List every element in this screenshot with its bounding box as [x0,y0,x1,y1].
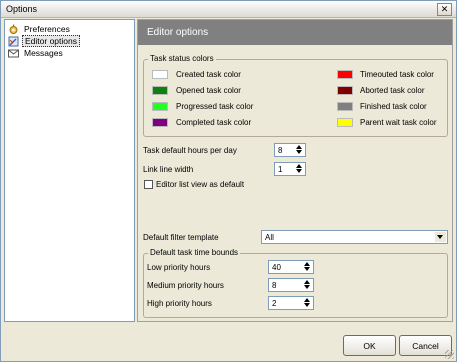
task-status-colors-group: Task status colors Created task color Op… [143,54,448,137]
pane-header: Editor options [138,20,452,45]
options-window: Options ✕ Preferences Editor options Mes… [0,0,457,362]
hours-per-day-value: 8 [278,146,283,155]
link-width-value: 1 [278,165,283,174]
medium-priority-label: Medium priority hours [147,281,224,290]
filter-template-select[interactable]: All [261,230,448,244]
finished-color-label: Finished task color [360,102,427,111]
spin-arrows-icon[interactable] [303,262,312,272]
completed-color-swatch[interactable] [152,118,168,127]
editor-options-icon [8,36,19,47]
editor-options-pane: Editor options Task status colors Create… [137,19,453,322]
high-priority-label: High priority hours [147,299,212,308]
time-bounds-group: Default task time bounds Low priority ho… [143,248,448,318]
chevron-down-icon[interactable] [435,232,446,242]
list-view-label: Editor list view as default [156,180,245,189]
group-title: Task status colors [148,54,216,63]
aborted-color-label: Aborted task color [360,86,425,95]
timeouted-color-swatch[interactable] [337,70,353,79]
window-title: Options [6,4,38,14]
opened-color-swatch[interactable] [152,86,168,95]
progressed-color-label: Progressed task color [176,102,254,111]
created-color-swatch[interactable] [152,70,168,79]
aborted-color-swatch[interactable] [337,86,353,95]
low-priority-label: Low priority hours [147,263,211,272]
spin-arrows-icon[interactable] [303,298,312,308]
completed-color-label: Completed task color [176,118,252,127]
low-priority-stepper[interactable]: 40 [268,260,314,274]
opened-color-label: Opened task color [176,86,241,95]
nav-item-label: Preferences [24,24,70,34]
timeouted-color-label: Timeouted task color [360,70,434,79]
medium-priority-value: 8 [272,281,277,290]
low-priority-value: 40 [272,263,281,272]
high-priority-value: 2 [272,299,277,308]
pane-title: Editor options [147,27,209,38]
close-button[interactable]: ✕ [437,3,452,16]
spin-arrows-icon[interactable] [295,145,304,155]
options-nav-tree: Preferences Editor options Messages [4,19,135,322]
resize-grip-icon[interactable] [445,350,454,359]
nav-item-label: Editor options [22,35,80,47]
list-view-checkbox[interactable] [144,180,153,189]
title-bar: Options ✕ [1,1,456,18]
nav-item-label: Messages [24,48,63,58]
ok-button[interactable]: OK [343,335,396,356]
nav-item-preferences[interactable]: Preferences [8,23,72,35]
link-width-stepper[interactable]: 1 [274,162,306,176]
group-title: Default task time bounds [148,248,241,257]
finished-color-swatch[interactable] [337,102,353,111]
filter-template-value: All [265,233,274,242]
high-priority-stepper[interactable]: 2 [268,296,314,310]
progressed-color-swatch[interactable] [152,102,168,111]
nav-item-messages[interactable]: Messages [8,47,65,59]
messages-icon [8,48,19,59]
spin-arrows-icon[interactable] [295,164,304,174]
link-width-label: Link line width [143,165,194,174]
created-color-label: Created task color [176,70,241,79]
spin-arrows-icon[interactable] [303,280,312,290]
parent-wait-color-label: Parent wait task color [360,118,437,127]
filter-template-label: Default filter template [143,233,219,242]
medium-priority-stepper[interactable]: 8 [268,278,314,292]
nav-item-editor-options[interactable]: Editor options [8,35,80,47]
parent-wait-color-swatch[interactable] [337,118,353,127]
hours-per-day-label: Task default hours per day [143,146,237,155]
preferences-icon [8,24,19,35]
hours-per-day-stepper[interactable]: 8 [274,143,306,157]
